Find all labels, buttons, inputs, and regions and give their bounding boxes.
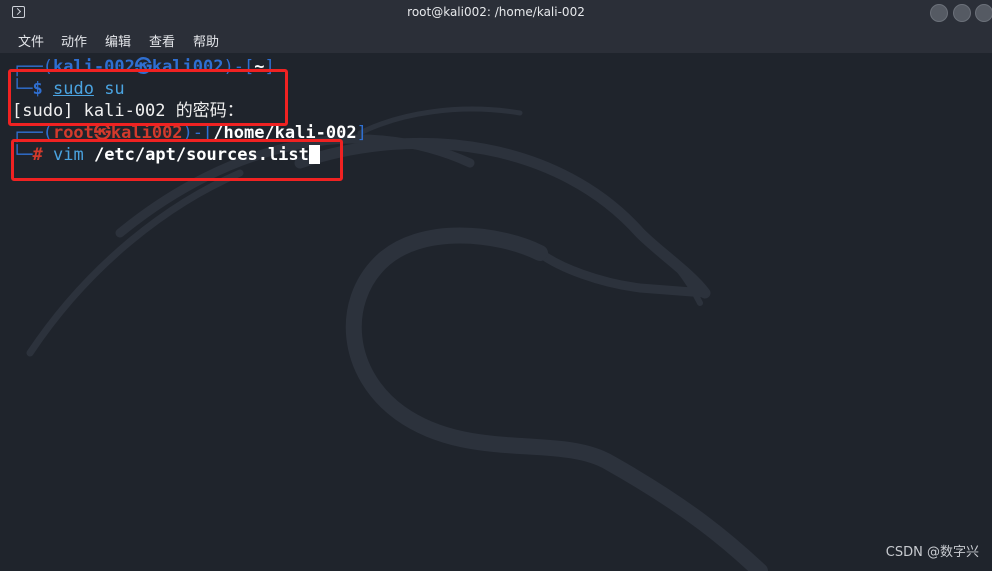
highlight-box-sudo <box>8 69 288 126</box>
csdn-watermark: CSDN @数字兴 <box>885 545 979 560</box>
menu-edit[interactable]: 编辑 <box>105 31 131 50</box>
terminal-output[interactable]: ┌──(kali-002㉿kali002)-[~] └─$ sudo su [s… <box>0 53 992 571</box>
menu-action[interactable]: 动作 <box>61 31 87 50</box>
prompt-frame: ] <box>356 123 367 143</box>
window-title: root@kali002: /home/kali-002 <box>407 5 585 19</box>
close-button[interactable] <box>975 4 992 22</box>
menu-help[interactable]: 帮助 <box>193 31 219 50</box>
menu-bar: 文件 动作 编辑 查看 帮助 <box>0 26 992 53</box>
maximize-button[interactable] <box>953 4 971 22</box>
terminal-window: root@kali002: /home/kali-002 文件 动作 编辑 查看… <box>0 0 992 571</box>
minimize-button[interactable] <box>930 4 948 22</box>
title-bar[interactable]: root@kali002: /home/kali-002 <box>0 0 992 26</box>
menu-view[interactable]: 查看 <box>149 31 175 50</box>
menu-file[interactable]: 文件 <box>18 31 44 50</box>
highlight-box-vim <box>11 139 343 181</box>
